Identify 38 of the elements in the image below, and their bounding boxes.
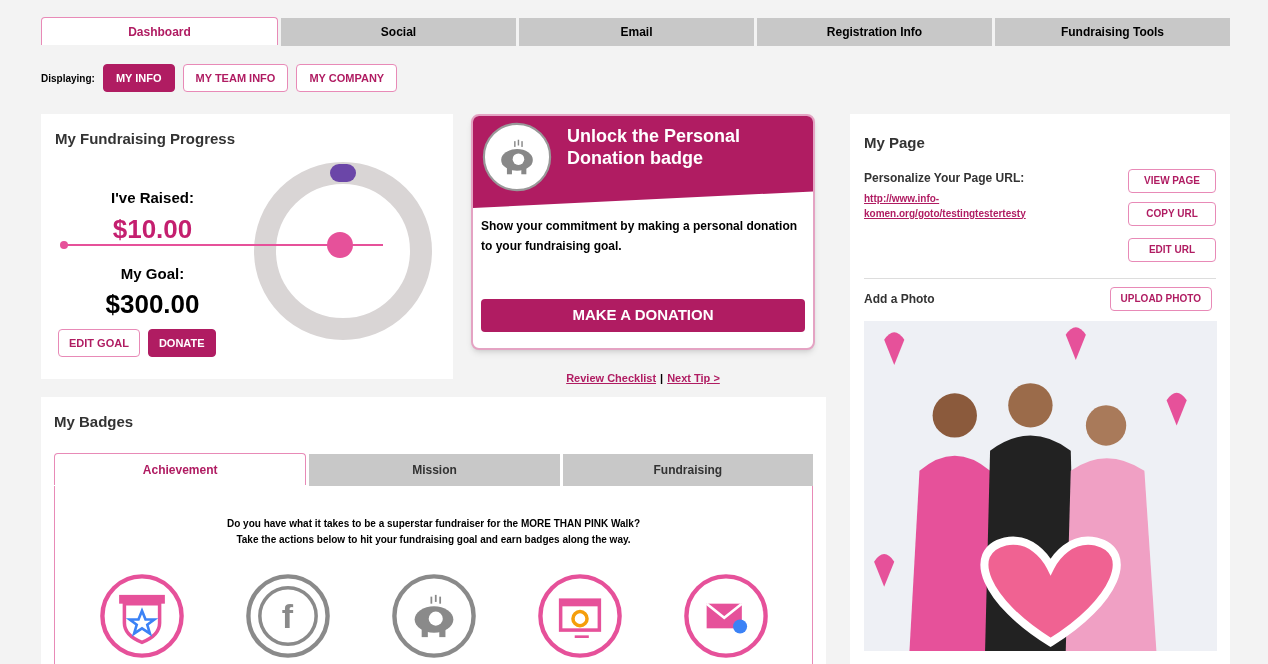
card-title: My Page [864, 133, 926, 153]
action-button[interactable]: DONATE [147, 329, 216, 357]
url-label: Personalize Your Page URL: [864, 169, 1026, 187]
photo-label: Add a Photo [864, 290, 935, 308]
goal-amount: $300.00 [105, 288, 200, 321]
action-button[interactable]: EDIT GOAL [58, 329, 140, 357]
page-button[interactable]: COPY URL [1128, 201, 1216, 226]
badges-intro: Take the actions below to hit your fundraising goal and earn badges along the way. [236, 533, 631, 547]
tab[interactable]: Fundraising Tools [995, 18, 1230, 46]
tab[interactable]: Email [519, 18, 754, 46]
badge-letter: f [280, 595, 295, 637]
card-title: My Badges [54, 411, 135, 432]
tab[interactable]: Registration Info [757, 18, 992, 46]
tab[interactable]: Social [281, 18, 516, 46]
piggy-bank-icon [481, 121, 553, 193]
raised-amount: $10.00 [112, 212, 193, 246]
badge-tab[interactable]: Achievement [54, 453, 307, 485]
page-button[interactable]: VIEW PAGE [1128, 168, 1216, 193]
displaying-label: Displaying: [41, 71, 95, 86]
checklist-link[interactable]: Review Checklist [566, 370, 657, 387]
page-button[interactable]: EDIT URL [1128, 237, 1216, 262]
tip-title: Unlock the Personal Donation badge [567, 125, 742, 169]
separator: | [660, 371, 664, 386]
next-tip-link[interactable]: Next Tip > [667, 370, 720, 387]
tip-text: Show your commitment by making a personal donation to your fundraising goal. [480, 218, 799, 255]
donation-button[interactable]: MAKE A DONATION [481, 299, 805, 332]
card-title: My Fundraising Progress [55, 129, 237, 149]
view-toggle[interactable]: MY COMPANY [296, 64, 398, 92]
raised-label: I've Raised: [111, 188, 194, 208]
page-url-link[interactable]: http://www.info-komen.org/goto/testingtestertesty [864, 190, 1079, 221]
view-toggle[interactable]: MY INFO [102, 64, 175, 92]
goal-label: My Goal: [120, 263, 185, 284]
badge-tab[interactable]: Fundraising [562, 454, 813, 486]
view-toggle[interactable]: MY TEAM INFO [182, 64, 289, 92]
badge-tab[interactable]: Mission [309, 454, 560, 486]
tab[interactable]: Dashboard [41, 17, 278, 45]
upload-photo-button[interactable]: UPLOAD PHOTO [1109, 286, 1212, 311]
badges-intro: Do you have what it takes to be a superstar fundraiser for the MORE THAN PINK Walk? [226, 517, 640, 531]
